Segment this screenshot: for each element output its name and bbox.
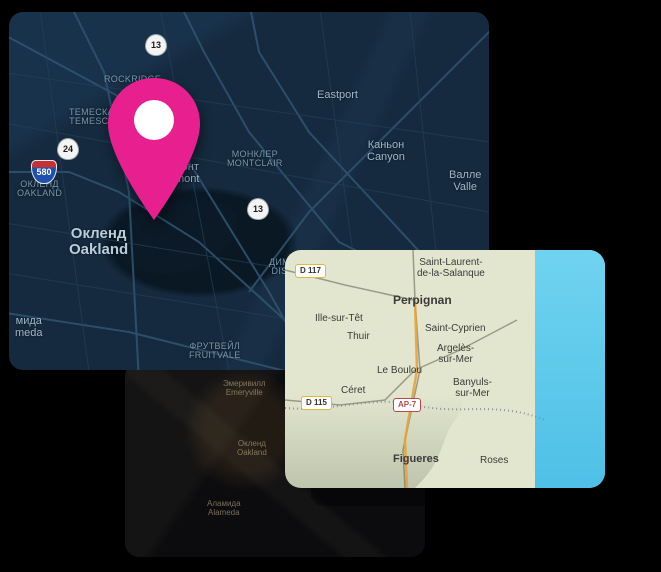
sea-area <box>495 250 605 488</box>
label-le-boulou: Le Boulou <box>377 366 422 377</box>
label-montclair: МОНКЛЕР MONTCLAIR <box>227 150 283 169</box>
label-figueres: Figueres <box>393 454 439 466</box>
label-perpignan: Perpignan <box>393 294 452 307</box>
label-canyon: Каньон Canyon <box>367 140 405 163</box>
shield-route-24: 24 <box>57 138 79 160</box>
label-roses: Roses <box>480 456 508 467</box>
road-badge-d115: D 115 <box>301 396 332 410</box>
label-valle: Валле Valle <box>449 170 481 193</box>
label-st-laurent: Saint-Laurent- de-la-Salanque <box>417 258 485 279</box>
shield-route-13-north: 13 <box>145 34 167 56</box>
shield-route-13-south: 13 <box>247 198 269 220</box>
label-st-cyprien: Saint-Cyprien <box>425 324 486 335</box>
label-emeryville: Эмеривилл Emeryville <box>223 380 266 398</box>
label-oakland-big: Окленд Oakland <box>69 226 128 258</box>
road-badge-d117: D 117 <box>295 264 326 278</box>
label-ille-sur-tet: Ille-sur-Têt <box>315 314 363 325</box>
label-alameda: мида meda <box>15 316 43 339</box>
map-card-perpignan[interactable]: Perpignan Ille-sur-Têt Thuir Saint-Laure… <box>285 250 605 488</box>
label-thuir: Thuir <box>347 332 370 343</box>
label-oakland-small: Окленд Oakland <box>237 440 267 458</box>
label-alameda-small: Аламида Alameda <box>207 500 241 518</box>
map-collage: Эмеривилл Emeryville Окленд Oakland Алам… <box>0 0 661 572</box>
label-ceret: Céret <box>341 386 365 397</box>
label-eastport: Eastport <box>317 90 358 102</box>
road-badge-ap7: AP-7 <box>393 398 421 412</box>
location-pin-icon[interactable] <box>104 74 204 224</box>
label-argeles: Argelès- sur-Mer <box>437 344 474 365</box>
label-fruitvale: ФРУТВЕЙЛ FRUITVALE <box>189 342 241 361</box>
label-banyuls: Banyuls- sur-Mer <box>453 378 492 399</box>
